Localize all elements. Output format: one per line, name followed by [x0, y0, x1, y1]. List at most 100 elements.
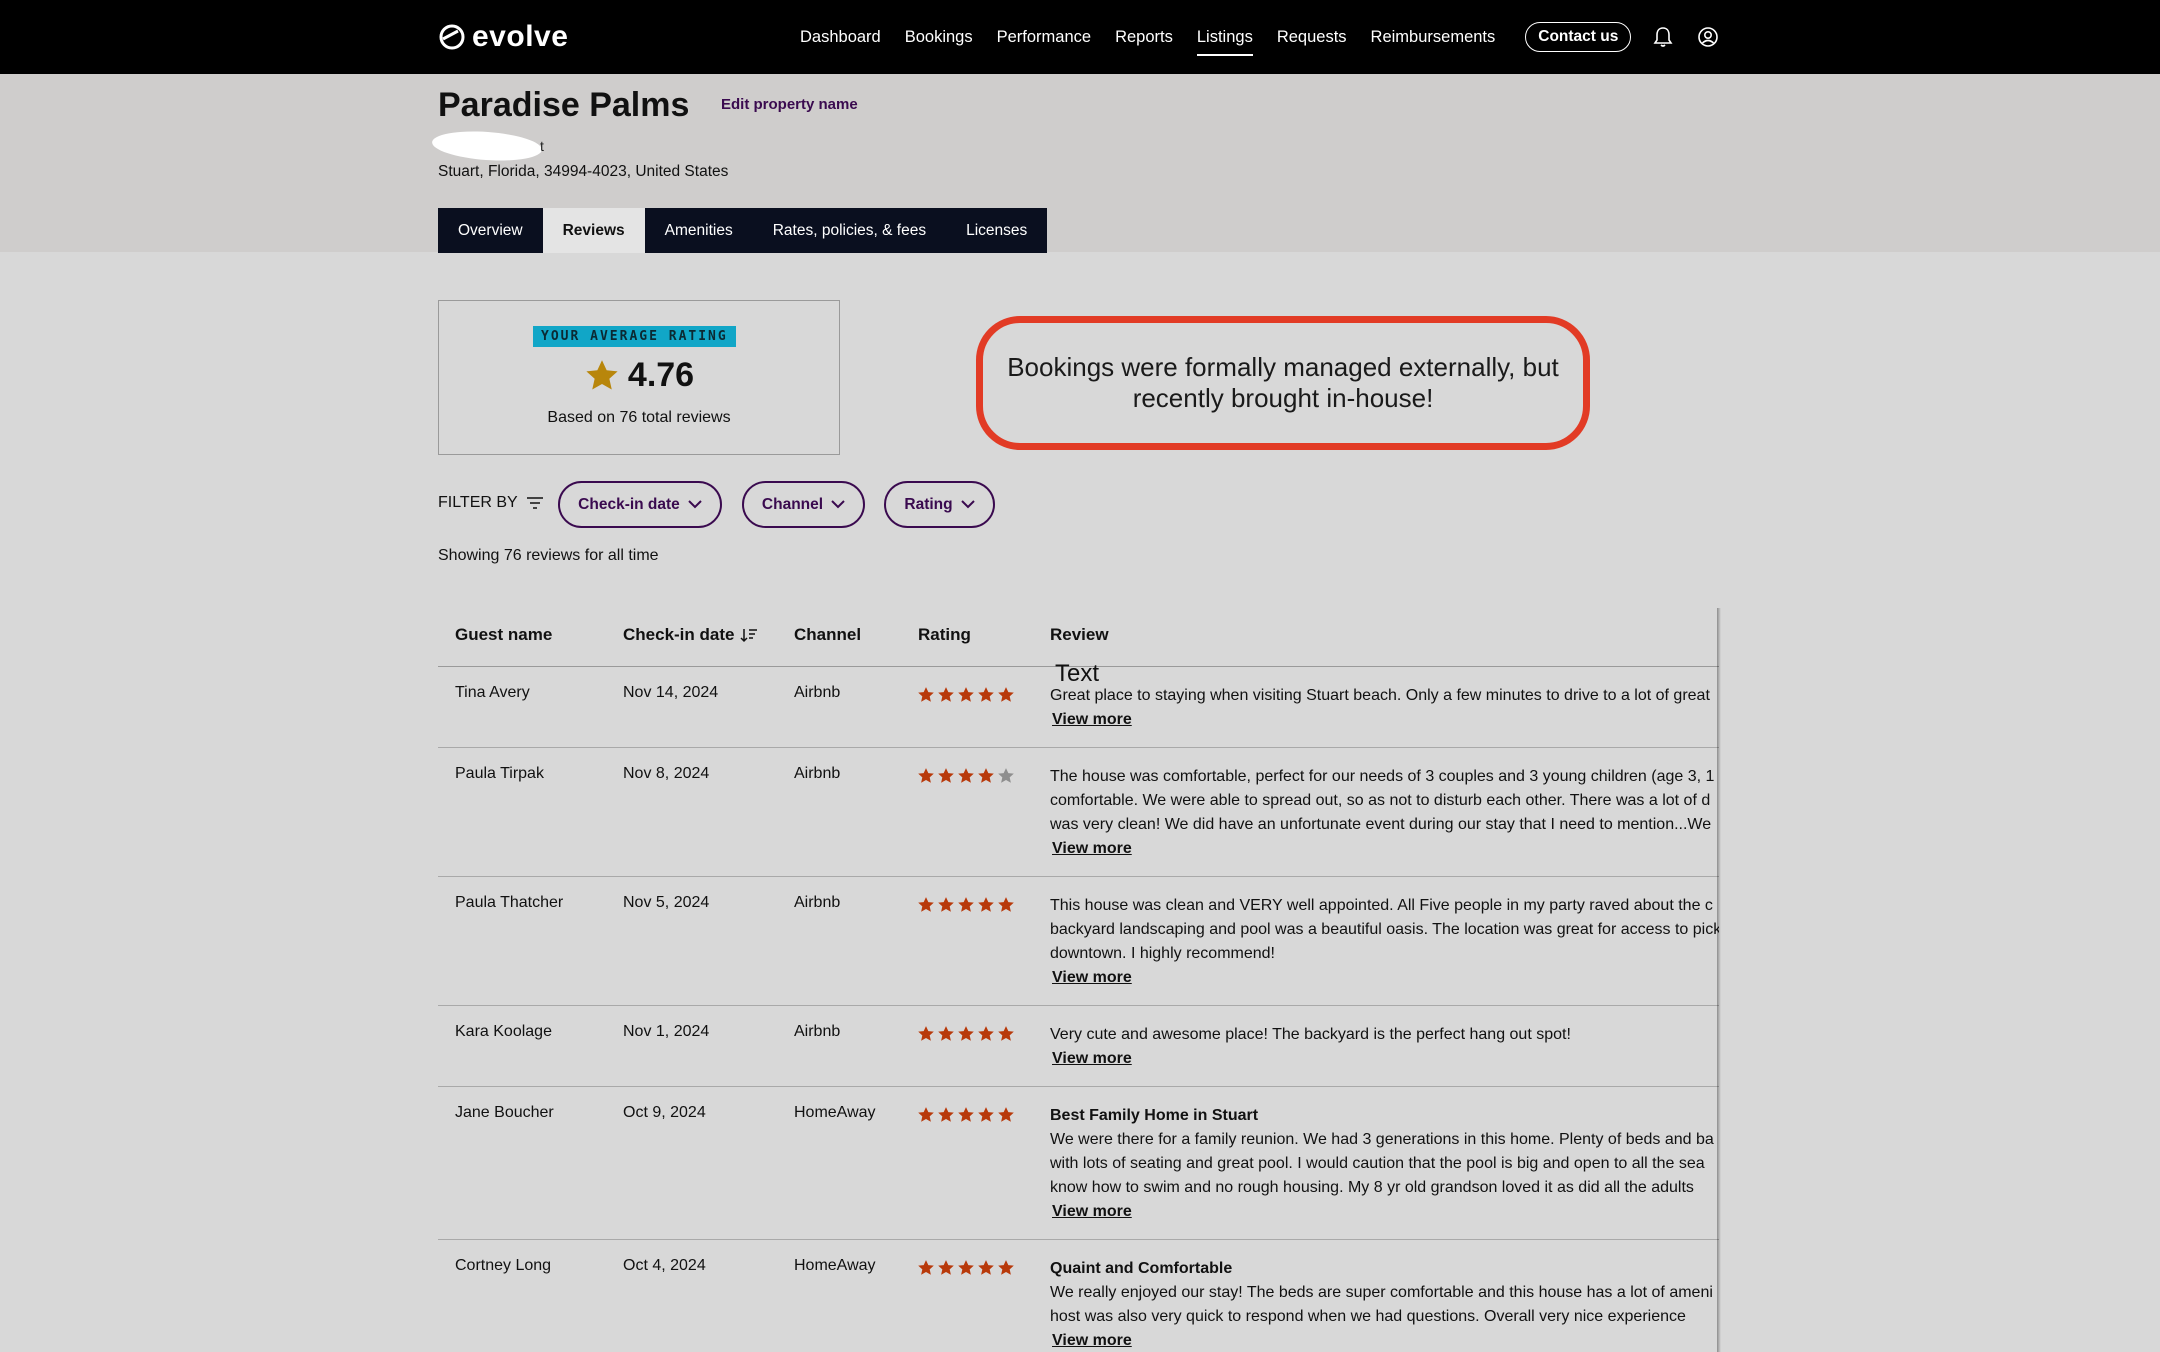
evolve-logo[interactable]: evolve [438, 18, 568, 56]
filter-by-label: FILTER BY [438, 494, 544, 512]
filter-pill-label: Channel [761, 495, 824, 513]
nav-performance[interactable]: Performance [997, 0, 1091, 74]
table-row: Cortney Long Oct 4, 2024 HomeAway Quaint an… [438, 1239, 1719, 1352]
logo-text: evolve [472, 20, 569, 53]
star-icon [978, 897, 994, 912]
review-line: host was also very quick to respond when… [1050, 1308, 1686, 1325]
review-line: downtown. I highly recommend! [1050, 945, 1275, 962]
top-nav: evolve Dashboard Bookings Performance Re… [0, 0, 2160, 74]
star-rating [917, 1106, 1015, 1124]
view-more-link[interactable]: View more [1052, 1329, 1132, 1352]
star-icon [938, 1260, 954, 1275]
review-line: We were there for a family reunion. We h… [1050, 1131, 1714, 1148]
filter-pill-label: Rating [904, 495, 953, 513]
view-more-link[interactable]: View more [1052, 1047, 1132, 1071]
header-channel: Channel [794, 625, 862, 644]
header-check-in-date[interactable]: Check-in date [623, 625, 758, 645]
nav-listings[interactable]: Listings [1196, 0, 1253, 74]
check-in-date: Nov 5, 2024 [623, 894, 710, 911]
star-icon [998, 1107, 1014, 1122]
tab-reviews[interactable]: Reviews [542, 208, 645, 253]
star-icon [918, 1107, 934, 1122]
nav-requests[interactable]: Requests [1277, 0, 1347, 74]
rating-subtitle: Based on 76 total reviews [547, 409, 731, 426]
view-more-link[interactable]: View more [1052, 1200, 1132, 1224]
guest-name: Paula Thatcher [455, 894, 564, 911]
check-in-date: Nov 14, 2024 [623, 684, 719, 701]
nav-dashboard[interactable]: Dashboard [800, 0, 881, 74]
check-in-date: Nov 1, 2024 [623, 1023, 710, 1040]
nav-reimbursements[interactable]: Reimbursements [1371, 0, 1496, 74]
filter-by-text: FILTER BY [438, 494, 518, 511]
channel-filter[interactable]: Channel [742, 481, 865, 528]
header-guest-name: Guest name [455, 625, 553, 644]
sort-icon[interactable] [740, 627, 758, 643]
review-text: Great place to staying when visiting Stu… [1050, 684, 1719, 732]
table-row: Paula Tirpak Nov 8, 2024 Airbnb The house w… [438, 747, 1719, 877]
table-row: Paula Thatcher Nov 5, 2024 Airbnb This hous… [438, 876, 1719, 1006]
review-line: comfortable. We were able to spread out,… [1050, 792, 1711, 809]
channel: Airbnb [794, 1023, 841, 1040]
filter-pill-label: Check-in date [578, 495, 680, 513]
tab-overview[interactable]: Overview [438, 208, 543, 253]
star-icon [978, 1026, 994, 1041]
channel: Airbnb [794, 894, 841, 911]
review-text: The house was comfortable, perfect for o… [1050, 765, 1719, 861]
nav-bookings[interactable]: Bookings [905, 0, 973, 74]
star-icon [938, 897, 954, 912]
star-icon [918, 768, 934, 783]
star-rating [917, 767, 1015, 785]
star-rating [917, 1025, 1015, 1043]
edit-property-name-link[interactable]: Edit property name [721, 96, 858, 113]
view-more-link[interactable]: View more [1052, 966, 1132, 990]
guest-name: Jane Boucher [455, 1104, 554, 1121]
star-icon [958, 1107, 974, 1122]
check-in-date: Oct 9, 2024 [623, 1104, 706, 1121]
review-text: This house was clean and VERY well appoi… [1050, 894, 1719, 990]
channel: HomeAway [794, 1257, 876, 1274]
table-header: Guest name Check-in date Channel Rating … [438, 608, 1719, 667]
page-title: Paradise Palms [438, 86, 690, 124]
user-icon[interactable] [1697, 26, 1719, 48]
star-rating [917, 1259, 1015, 1277]
star-icon [978, 768, 994, 783]
check-in-date-filter[interactable]: Check-in date [558, 481, 722, 528]
review-title: Quaint and Comfortable [1050, 1260, 1233, 1277]
property-header [0, 74, 2160, 252]
check-in-date: Nov 8, 2024 [623, 765, 710, 782]
bell-icon[interactable] [1653, 26, 1675, 48]
star-icon [998, 1260, 1014, 1275]
evolve-logo-icon [439, 24, 465, 50]
star-icon [918, 897, 934, 912]
header-review: Review [1050, 625, 1109, 644]
chevron-down-icon [960, 500, 975, 509]
view-more-link[interactable]: View more [1052, 708, 1132, 732]
tab-amenities[interactable]: Amenities [644, 208, 753, 253]
view-more-link[interactable]: View more [1052, 837, 1132, 861]
address-line-1: t [540, 138, 544, 154]
star-icon [958, 687, 974, 702]
rating-filter[interactable]: Rating [884, 481, 995, 528]
star-icon [938, 1107, 954, 1122]
review-text: Quaint and Comfortable We really enjoyed … [1050, 1257, 1719, 1352]
guest-name: Paula Tirpak [455, 765, 544, 782]
channel: HomeAway [794, 1104, 876, 1121]
nav-reports[interactable]: Reports [1115, 0, 1173, 74]
review-line: Great place to staying when visiting Stu… [1050, 687, 1710, 704]
star-icon [978, 1260, 994, 1275]
header-rating: Rating [918, 625, 971, 644]
review-line: The house was comfortable, perfect for o… [1050, 768, 1715, 785]
contact-us-button[interactable]: Contact us [1525, 22, 1632, 52]
tab-licenses[interactable]: Licenses [946, 208, 1048, 253]
tab-rates-policies-fees[interactable]: Rates, policies, & fees [752, 208, 947, 253]
channel: Airbnb [794, 684, 841, 701]
table-row: Jane Boucher Oct 9, 2024 HomeAway Best Fami… [438, 1086, 1719, 1240]
rating-badge: YOUR AVERAGE RATING [533, 326, 736, 347]
table-row: Kara Koolage Nov 1, 2024 Airbnb Very cute a… [438, 1005, 1719, 1087]
review-line: This house was clean and VERY well appoi… [1050, 897, 1713, 914]
chevron-down-icon [831, 500, 845, 509]
star-icon [918, 1026, 934, 1041]
header-check-in-date-label: Check-in date [623, 625, 735, 644]
channel: Airbnb [794, 765, 841, 782]
average-rating-card: YOUR AVERAGE RATING 4.76 Based on 76 tot… [438, 300, 840, 455]
